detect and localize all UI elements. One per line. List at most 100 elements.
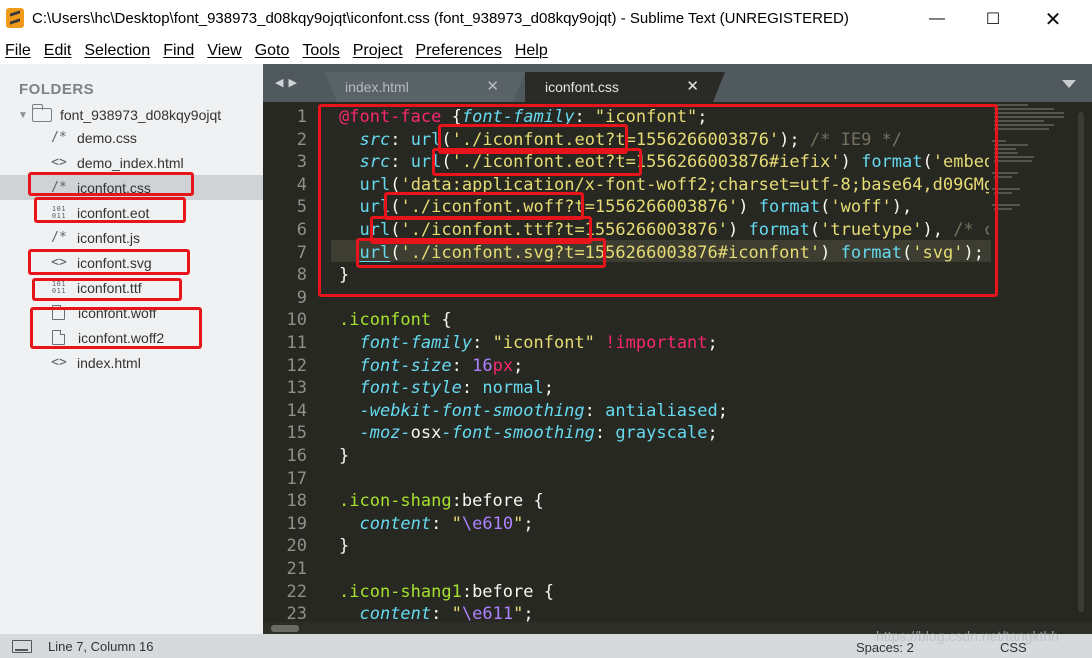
root-folder[interactable]: ▼ font_938973_d08kqy9ojqt [18,104,221,125]
code-line[interactable]: content: "\e611"; [339,604,534,622]
code-line[interactable]: -webkit-font-smoothing: antialiased; [339,401,728,421]
sidebar: FOLDERS ▼ font_938973_d08kqy9ojqt /* dem… [0,64,263,634]
file-item-iconfont-ttf[interactable]: 101 011 iconfont.ttf [0,275,263,300]
code-token: : [472,333,493,353]
minimap[interactable] [990,102,1065,622]
code-line[interactable]: src: url('./iconfont.eot?t=1556266003876… [339,152,989,172]
code-line[interactable]: } [339,265,349,285]
code-line[interactable]: content: "\e610"; [339,513,533,534]
file-item-iconfont-js[interactable]: /* iconfont.js [0,225,263,250]
code-editor[interactable]: 1 2 3 4 5 6 7 8 9 10 11 12 13 14 15 16 17 18 19 20 21 22 23 @f… [263,102,1092,634]
code-line[interactable]: url('./iconfont.svg?t=1556266003876#icon… [339,242,984,263]
code-token: -font-smoothing [441,423,595,444]
tab-nav-arrows-icon[interactable]: ◀▶ [275,76,302,89]
code-line[interactable]: font-family: "iconfont" !important; [339,333,717,353]
file-item-iconfont-woff[interactable]: iconfont.woff [0,300,263,325]
file-label: iconfont.js [77,229,141,246]
tab-label: iconfont.css [545,79,619,95]
tab-index-html[interactable]: index.html ✕ [325,72,525,102]
code-token: : [574,107,595,127]
code-token: ; [543,378,554,399]
menu-find[interactable]: Find [163,42,194,60]
file-item-iconfont-woff2[interactable]: iconfont.woff2 [0,325,263,350]
line-number: 5 [296,197,307,218]
file-label: iconfont.ttf [77,279,142,296]
line-number: 22 [286,581,307,602]
minimap-line [994,116,1064,118]
line-number: 16 [286,446,307,466]
code-token: " [513,513,524,534]
code-line[interactable]: font-size: 16px; [339,356,523,376]
code-line[interactable]: -moz-osx-font-smoothing: grayscale; [339,423,717,444]
code-token: } [339,265,350,286]
menu-help[interactable]: Help [515,42,548,60]
code-token: ( [441,152,452,173]
code-token: ), [891,197,913,218]
code-line[interactable]: url('./iconfont.ttf?t=1556266003876') fo… [339,220,989,240]
code-token: ; [717,400,728,421]
code-token: 'embedded-opentype' [932,152,989,173]
file-item-demo-index-html[interactable]: <> demo_index.html [0,150,263,175]
code-token: } [339,536,350,557]
code-line[interactable]: font-style: normal; [339,378,554,398]
tab-close-icon[interactable]: ✕ [486,77,499,95]
maximize-button[interactable]: ☐ [970,0,1016,38]
vertical-scrollbar[interactable] [1078,112,1084,612]
tab-close-icon[interactable]: ✕ [686,77,699,95]
menu-goto[interactable]: Goto [255,42,290,60]
menu-tools[interactable]: Tools [302,42,339,60]
code-line[interactable]: } [339,536,349,556]
code-token: ; [513,355,524,376]
menu-preferences[interactable]: Preferences [416,42,502,60]
code-token: 'svg' [912,242,964,263]
code-line[interactable]: url('data:application/x-font-woff2;chars… [339,175,989,195]
code-token: ( [390,220,401,240]
menu-selection[interactable]: Selection [84,42,150,60]
code-token: './iconfont.woff?t=1556266003876' [400,197,739,218]
code-token: ); [963,242,984,263]
code-token: ) [727,220,749,240]
code-line[interactable]: src: url('./iconfont.eot?t=1556266003876… [339,130,902,150]
code-token: !important [605,333,708,353]
tab-iconfont-css[interactable]: iconfont.css ✕ [525,72,725,102]
code-token: -moz- [359,423,411,444]
tab-label: index.html [345,79,409,95]
sublime-app-icon [6,8,24,28]
code-token: px [492,355,514,376]
horizontal-scrollbar[interactable] [271,625,299,632]
code-token: : [390,152,411,173]
code-token: -webkit-font-smoothing [359,400,585,421]
code-token: " [513,604,524,622]
panel-toggle-icon[interactable] [12,640,32,653]
code-token: font-family [359,333,473,353]
file-item-iconfont-css[interactable]: /* iconfont.css [0,175,263,200]
code-token: " [451,513,462,534]
menu-project[interactable]: Project [353,42,403,60]
code-token: ; [523,604,534,622]
menu-file[interactable]: File [5,42,31,60]
menu-edit[interactable]: Edit [44,42,72,60]
code-token: grayscale [615,423,708,444]
code-token: \e610 [461,513,514,534]
code-line[interactable]: .icon-shang:before { [339,491,544,511]
code-line[interactable]: } [339,446,349,466]
code-line[interactable]: @font-face {font-family: "iconfont"; [339,107,708,127]
file-item-demo-css[interactable]: /* demo.css [0,125,263,150]
expand-triangle-icon[interactable]: ▼ [18,110,32,121]
file-item-index-html[interactable]: <> index.html [0,350,263,375]
code-area[interactable]: @font-face {font-family: "iconfont"; src… [339,102,989,622]
close-button[interactable]: ✕ [1030,0,1076,38]
minimize-button[interactable]: — [914,0,960,38]
file-item-iconfont-eot[interactable]: 101 011 iconfont.eot [0,200,263,225]
menu-view[interactable]: View [207,42,241,60]
code-token: format [840,242,903,263]
file-item-iconfont-svg[interactable]: <> iconfont.svg [0,250,263,275]
code-line[interactable]: url('./iconfont.woff?t=1556266003876') f… [339,197,912,217]
tab-menu-dropdown-icon[interactable] [1062,80,1076,88]
code-line[interactable]: .iconfont { [339,310,452,330]
code-line[interactable]: .icon-shang1:before { [339,582,554,602]
file-label: iconfont.svg [77,254,152,271]
